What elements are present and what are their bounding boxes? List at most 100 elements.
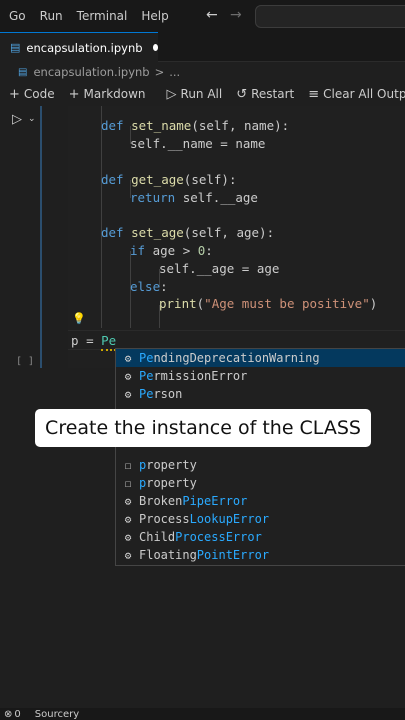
suggestion-label: ProcessLookupError [139,512,270,526]
keyword: return [130,190,176,205]
clear-all-outputs-label: Clear All Outputs [323,87,405,101]
suggestion-item[interactable]: ⚙ ChildProcessError [116,528,405,546]
forward-arrow-icon[interactable]: → [230,7,242,23]
menu-terminal[interactable]: Terminal [77,9,128,23]
menu-go[interactable]: Go [9,9,26,23]
code-cell-editor[interactable]: def set_name(self, name): self.__name = … [68,106,405,368]
suggestion-label: BrokenPipeError [139,494,248,508]
code-args: (self, name): [191,118,290,133]
variable-name: p [71,333,79,348]
suggestion-item[interactable]: ⚙ PermissionError [116,367,405,385]
chevron-down-icon[interactable]: ⌄ [28,114,36,124]
suggestion-item[interactable]: ☐ property [116,474,405,492]
run-cell-icon[interactable]: ▷ [12,112,22,127]
notebook-icon: ▤ [18,66,28,78]
error-count: 0 [14,708,21,720]
code-text: self.__age [182,190,258,205]
run-all-button[interactable]: ▷ Run All [167,87,223,102]
keyword: if [130,243,146,258]
code-text: self.__name = name [130,136,266,151]
restart-button[interactable]: ↺ Restart [236,87,294,102]
clear-all-outputs-button[interactable]: ≡ Clear All Outputs [308,87,405,102]
autocomplete-suggestions: ⚙ PendingDeprecationWarning ⚙ Permission… [115,348,405,566]
suggestion-label: PermissionError [139,369,248,383]
suggestion-item[interactable]: ⚙ ProcessLookupError [116,510,405,528]
code-line: def get_age(self): [101,172,236,187]
suggestion-label: property [139,458,197,472]
execution-count: [ ] [16,356,35,367]
cell-focus-indicator [40,106,42,368]
function-name: set_age [131,225,184,240]
code-line: def set_age(self, age): [101,225,274,240]
indent-guide [101,106,102,328]
code-line: else: [130,279,168,294]
keyword: else [130,279,161,294]
class-icon: ⚙ [124,548,132,562]
class-icon: ⚙ [124,530,132,544]
suggestion-label: ChildProcessError [139,530,262,544]
add-markdown-button[interactable]: + Markdown [69,87,146,102]
code-line: print("Age must be positive") [159,296,377,311]
property-icon: ☐ [124,458,132,472]
restart-icon: ↺ [236,86,248,102]
notebook-toolbar: + Code + Markdown ▷ Run All ↺ Restart ≡ … [0,83,405,105]
code-line: def set_name(self, name): [101,118,289,133]
suggestion-item[interactable]: ⚙ PendingDeprecationWarning [116,349,405,367]
typed-text: Pe [101,333,117,348]
code-punct: ) [369,296,378,311]
plus-icon: + [68,86,80,102]
status-bar: ⊗ 0 Sourcery [0,708,405,720]
suggestion-label: PendingDeprecationWarning [139,351,320,365]
current-line-highlight [68,330,405,350]
code-line: if age > 0: [130,243,213,258]
add-markdown-label: Markdown [83,87,146,101]
run-all-label: Run All [180,87,223,101]
string-literal: "Age must be positive" [204,296,370,311]
error-count-icon[interactable]: ⊗ [4,709,12,720]
code-line: self.__name = name [130,136,265,151]
back-arrow-icon[interactable]: ← [206,7,218,23]
suggestion-item[interactable]: ⚙ Person [116,385,405,403]
suggestion-item[interactable]: ⚙ FloatingPointError [116,546,405,564]
code-punct: : [160,279,168,294]
tab-encapsulation[interactable]: ▤ encapsulation.ipynb [0,32,158,62]
code-input-line[interactable]: p = Pe [71,333,116,348]
warning-squiggle [101,347,116,351]
suggestion-label: FloatingPointError [139,548,270,562]
lightbulb-icon[interactable]: 💡 [72,312,86,325]
unsaved-dot-icon[interactable] [152,44,158,51]
class-icon: ⚙ [124,351,132,365]
menu-run[interactable]: Run [40,9,63,23]
class-icon: ⚙ [124,369,132,383]
suggestion-item[interactable]: ⚙ BrokenPipeError [116,492,405,510]
run-all-icon: ▷ [166,86,177,102]
suggestion-label: property [139,476,197,490]
code-text: self.__age = age [159,261,280,276]
command-center-search[interactable] [255,5,405,28]
breadcrumb-file[interactable]: encapsulation.ipynb [33,65,149,79]
status-sourcery[interactable]: Sourcery [35,709,79,720]
tab-bar: ▤ encapsulation.ipynb [0,32,405,62]
plus-icon: + [9,86,20,102]
keyword: def [101,225,124,240]
function-name: set_name [131,118,192,133]
class-icon: ⚙ [124,512,132,526]
menu-help[interactable]: Help [141,9,168,23]
operator: = [86,333,94,348]
code-line: return self.__age [130,190,258,205]
keyword: def [101,172,124,187]
suggestion-item[interactable]: ☐ property [116,456,405,474]
notebook-icon: ▤ [10,41,21,54]
keyword: def [101,118,124,133]
breadcrumb-ellipsis[interactable]: ... [169,65,180,79]
code-args: (self, age): [183,225,275,240]
add-code-label: Code [23,87,55,101]
breadcrumb: ▤ encapsulation.ipynb > ... [0,62,405,82]
class-icon: ⚙ [124,494,132,508]
restart-label: Restart [251,87,295,101]
tab-title: encapsulation.ipynb [26,40,143,55]
property-icon: ☐ [124,476,132,490]
code-args: (self): [183,172,237,187]
suggestion-label: Person [139,387,183,401]
add-code-button[interactable]: + Code [9,87,55,102]
